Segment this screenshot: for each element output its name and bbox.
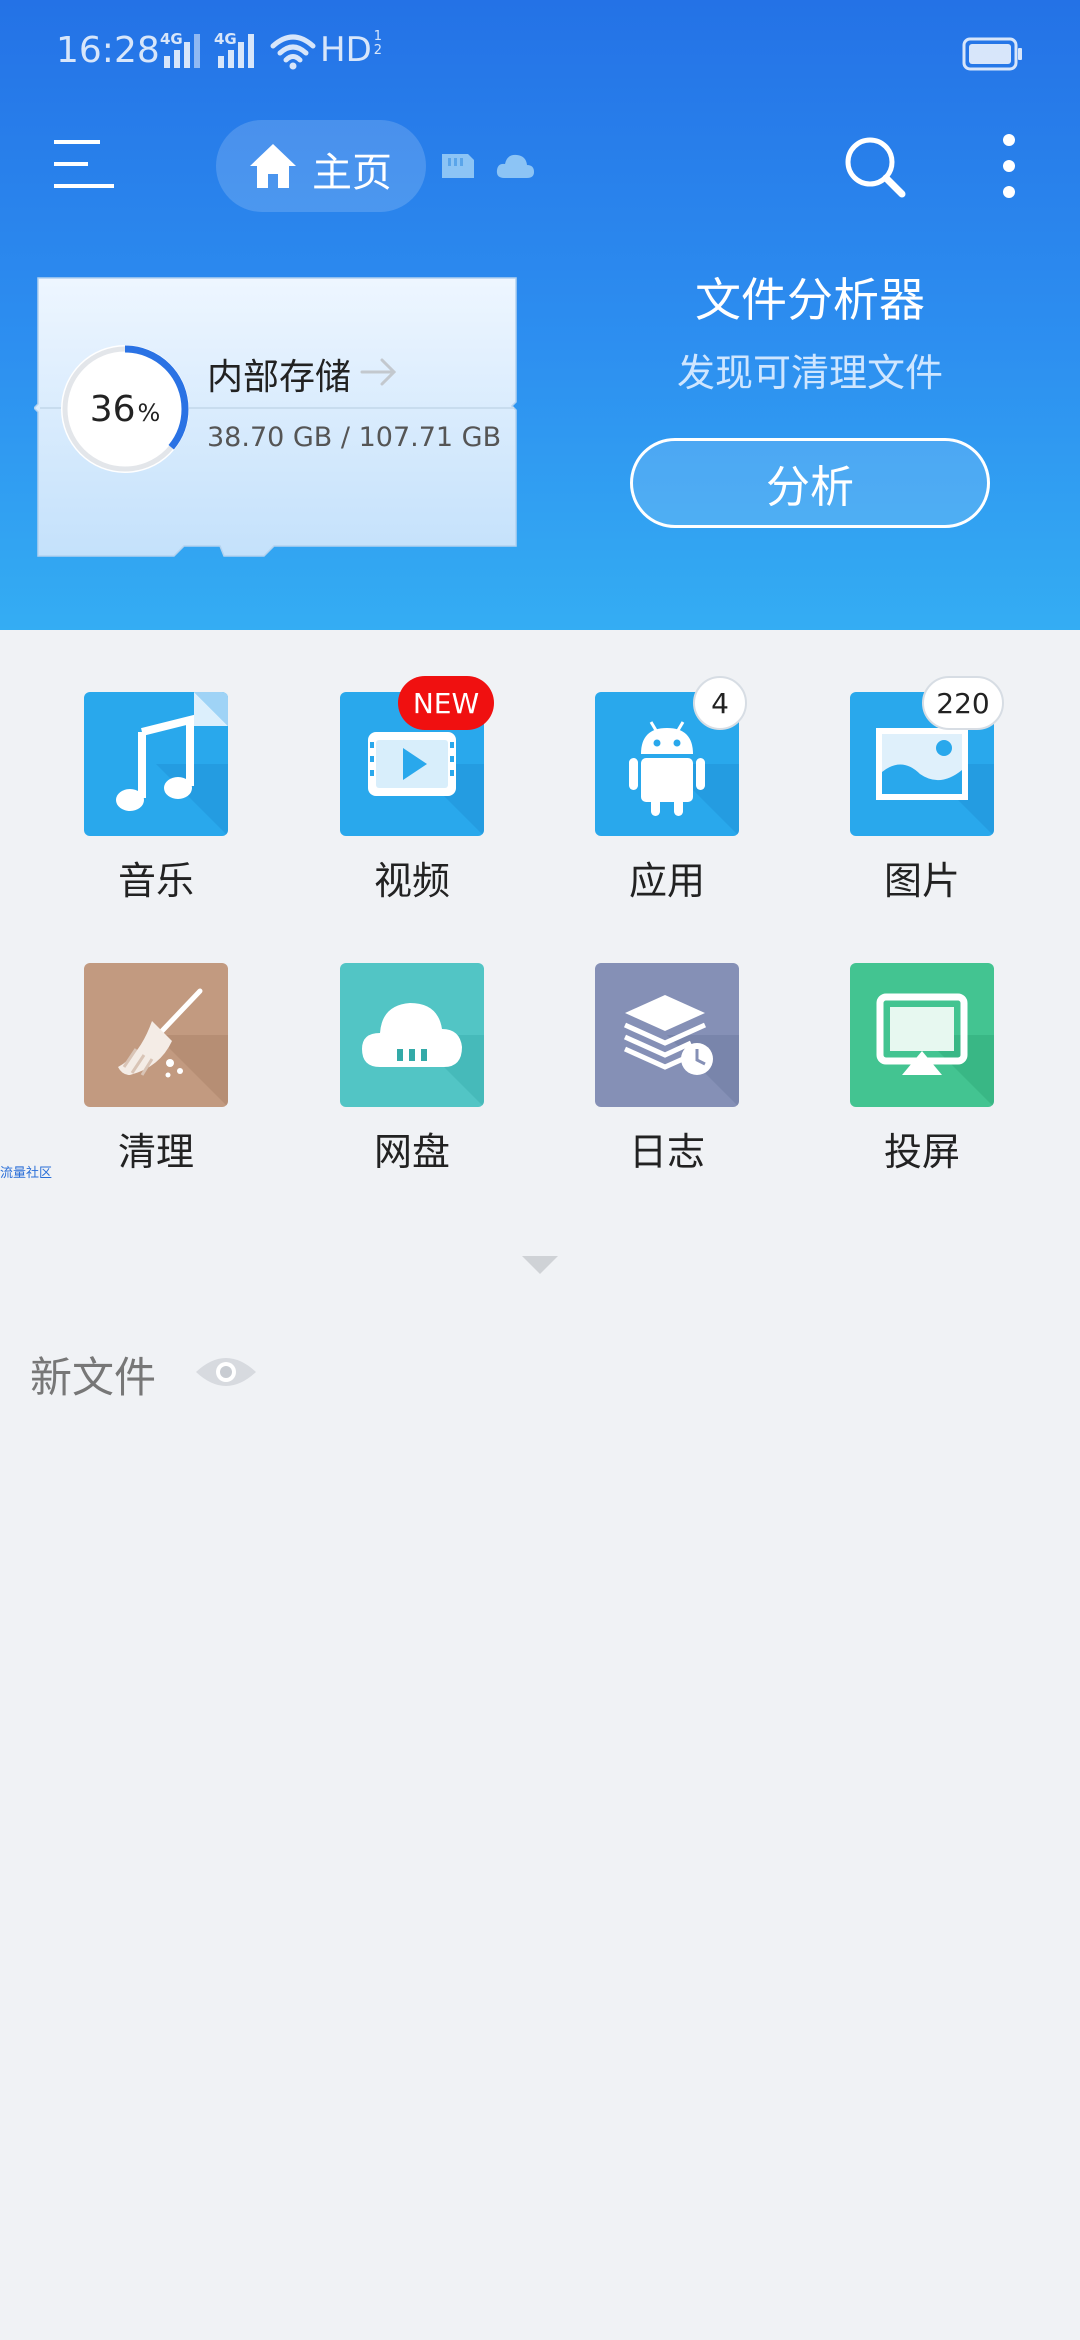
- analyze-button[interactable]: 分析: [630, 438, 990, 528]
- hamburger-icon: [54, 140, 114, 188]
- status-time: 16:28: [56, 30, 160, 71]
- cast-icon: [850, 963, 994, 1107]
- category-music[interactable]: 音乐: [54, 692, 234, 922]
- storage-usage-text: 38.70 GB / 107.71 GB: [207, 422, 502, 453]
- category-label: 清理: [117, 1130, 194, 1174]
- category-clean[interactable]: 清理: [54, 963, 234, 1193]
- hd-sub-label: 1 2: [373, 29, 383, 58]
- home-tab-label: 主页: [312, 150, 392, 196]
- category-images[interactable]: 220 图片: [820, 676, 1004, 922]
- category-cloud-drive[interactable]: 网盘: [310, 963, 490, 1193]
- search-icon[interactable]: [842, 134, 908, 200]
- hd-label: HD: [320, 30, 372, 70]
- wifi-icon: [270, 34, 316, 70]
- category-cast[interactable]: 投屏: [820, 963, 1000, 1193]
- broom-icon: [84, 963, 228, 1107]
- eye-icon[interactable]: [194, 1352, 258, 1392]
- category-label: 网盘: [373, 1130, 450, 1174]
- hd-voice-indicator: HD 1 2: [320, 29, 388, 71]
- log-icon: [595, 963, 739, 1107]
- status-bar: 16:28 4G 4G HD 1 2: [0, 0, 1080, 110]
- storage-percent-value: 36: [89, 388, 136, 430]
- sd-card-icon[interactable]: [438, 150, 478, 182]
- menu-button[interactable]: [52, 136, 116, 196]
- category-label: 音乐: [117, 859, 194, 903]
- category-label: 投屏: [883, 1130, 960, 1174]
- storage-title: 内部存储: [207, 357, 352, 398]
- home-icon: [250, 144, 296, 188]
- analyzer-subtitle: 发现可清理文件: [676, 351, 943, 395]
- app-header: 16:28 4G 4G HD 1 2 主页 36 % 内部存储 38.70 GB…: [0, 0, 1080, 630]
- new-files-title: 新文件: [30, 1353, 157, 1402]
- category-video[interactable]: NEW 视频: [310, 676, 494, 922]
- new-badge: NEW: [398, 676, 494, 730]
- watermark-text: 流量社区: [0, 1166, 53, 1181]
- count-badge: 4: [693, 676, 747, 730]
- storage-percent-unit: %: [137, 399, 161, 427]
- battery-icon: [962, 37, 1022, 71]
- music-icon: [84, 692, 228, 836]
- home-tab[interactable]: 主页: [216, 120, 426, 212]
- more-options-icon[interactable]: [994, 132, 1024, 202]
- chevron-down-icon[interactable]: [520, 1252, 560, 1276]
- category-label: 视频: [373, 859, 450, 903]
- count-badge: 220: [922, 676, 1004, 730]
- category-log[interactable]: 日志: [565, 963, 745, 1193]
- cloud-storage-icon: [340, 963, 484, 1107]
- category-label: 图片: [883, 859, 960, 903]
- category-label: 日志: [628, 1130, 705, 1174]
- storage-percent: 36%: [58, 342, 192, 476]
- analyzer-title: 文件分析器: [695, 273, 925, 327]
- category-apps[interactable]: 4 应用: [565, 676, 747, 922]
- category-label: 应用: [628, 859, 705, 903]
- arrow-right-icon: [360, 358, 397, 386]
- cloud-icon[interactable]: [494, 150, 536, 182]
